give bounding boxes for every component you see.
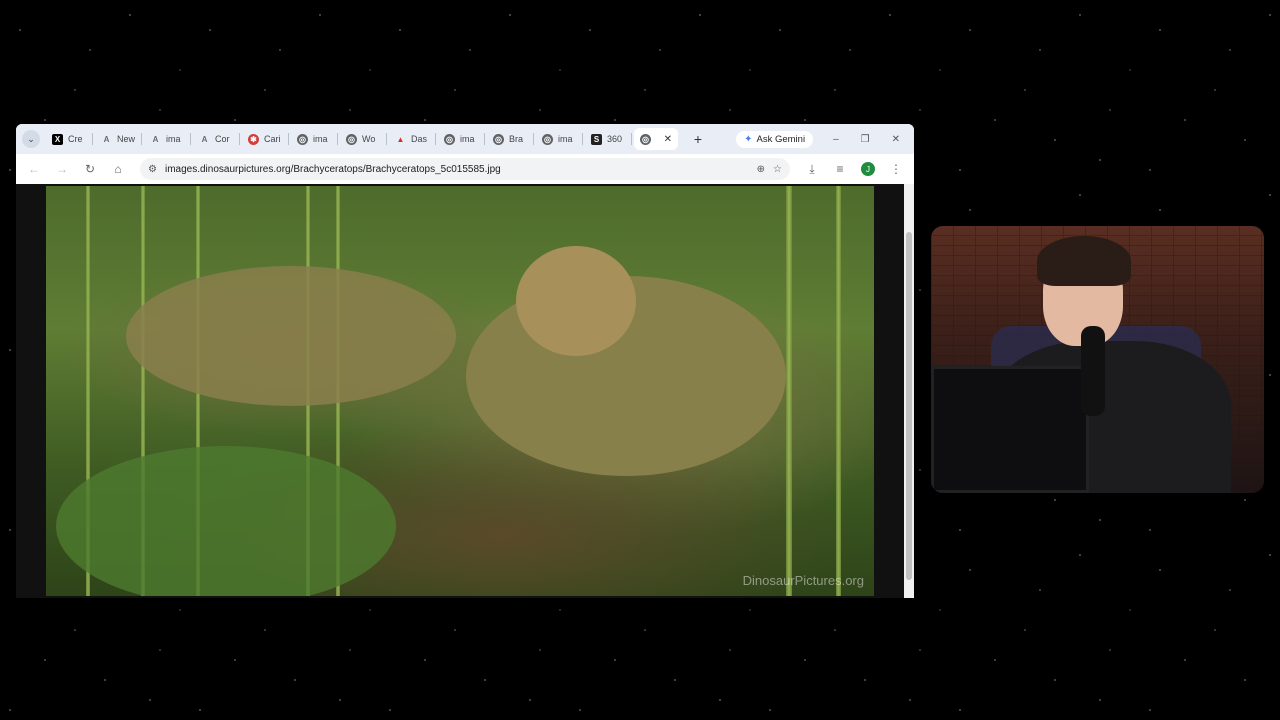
ai-logo: A <box>152 134 159 144</box>
globe-icon: ◎ <box>493 133 504 145</box>
site-info-icon[interactable]: ⚙ <box>148 164 157 175</box>
tab-7[interactable]: ▲ Das <box>389 128 436 150</box>
fern-shape <box>56 446 396 596</box>
webcam-overlay <box>931 226 1264 493</box>
scrollbar-thumb[interactable] <box>906 232 912 580</box>
tab-1[interactable]: A New <box>95 128 142 150</box>
download-icon[interactable]: ⤓ <box>800 157 824 181</box>
tab-3[interactable]: A Cor <box>193 128 240 150</box>
microphone-icon <box>1081 326 1105 416</box>
x-logo: X <box>52 133 63 145</box>
profile-avatar[interactable]: J <box>856 157 880 181</box>
new-tab-button[interactable]: + <box>688 131 708 147</box>
brachyceratops-image[interactable]: DinosaurPictures.org <box>46 186 874 596</box>
bookmark-star-icon[interactable]: ☆ <box>773 164 782 175</box>
tab-2[interactable]: Aima <box>144 128 191 150</box>
ai-logo: A <box>103 134 110 144</box>
reload-button[interactable]: ↻ <box>78 157 102 181</box>
forward-button[interactable]: → <box>50 157 74 181</box>
tab-label: ima <box>558 134 573 144</box>
tab-5[interactable]: ◎ ima <box>291 128 338 150</box>
ask-gemini-label: Ask Gemini <box>756 133 806 145</box>
dinosaur-background-shape <box>126 266 456 406</box>
image-watermark: DinosaurPictures.org <box>742 573 864 588</box>
dash-logo: ▲ <box>396 134 405 144</box>
tab-label: ima <box>313 134 328 144</box>
globe-icon: ◎ <box>444 133 455 145</box>
canva-logo: ✱ <box>248 133 259 145</box>
tab-strip: ⌄ X Cre A New Aima A Cor ✱ Cari ◎ ima ◎ Wo ▲ Das ◎ ima ◎ B… <box>16 124 914 154</box>
tab-search-chevron-icon[interactable]: ⌄ <box>22 130 40 148</box>
zoom-icon[interactable]: ⊕ <box>757 164 765 175</box>
globe-icon: ◎ <box>346 133 357 145</box>
person-hair <box>1037 236 1131 286</box>
tab-close-icon[interactable]: ✕ <box>664 134 672 145</box>
avatar: J <box>861 162 875 176</box>
tab-label: Das <box>411 134 428 144</box>
tab-6[interactable]: ◎ Wo <box>340 128 387 150</box>
tab-label: ima <box>460 134 475 144</box>
tab-label: Bra <box>509 134 524 144</box>
address-bar[interactable]: ⚙ images.dinosaurpictures.org/Brachycera… <box>140 158 790 180</box>
tab-label: ima <box>166 134 181 144</box>
tab-active[interactable]: ◎ ✕ <box>634 128 678 150</box>
minimize-button[interactable]: – <box>833 134 839 145</box>
tab-10[interactable]: ◎ ima <box>536 128 583 150</box>
reading-list-icon[interactable]: ≡ <box>828 157 852 181</box>
url-text[interactable]: images.dinosaurpictures.org/Brachycerato… <box>165 164 749 175</box>
back-button[interactable]: ← <box>22 157 46 181</box>
browser-toolbar: ← → ↻ ⌂ ⚙ images.dinosaurpictures.org/Br… <box>16 154 914 184</box>
tab-9[interactable]: ◎ Bra <box>487 128 534 150</box>
tab-label: Wo <box>362 134 376 144</box>
browser-window: ⌄ X Cre A New Aima A Cor ✱ Cari ◎ ima ◎ Wo ▲ Das ◎ ima ◎ B… <box>16 124 914 598</box>
home-button[interactable]: ⌂ <box>106 157 130 181</box>
globe-icon: ◎ <box>542 133 553 145</box>
menu-kebab-icon[interactable]: ⋮ <box>884 157 908 181</box>
tab-0[interactable]: X Cre <box>46 128 93 150</box>
globe-icon: ◎ <box>640 133 651 145</box>
ask-gemini-button[interactable]: ✦ Ask Gemini <box>736 130 814 148</box>
tab-4[interactable]: ✱ Cari <box>242 128 289 150</box>
scrollbar[interactable] <box>904 184 914 598</box>
gemini-sparkle-icon: ✦ <box>744 133 753 145</box>
ai-logo: A <box>201 134 208 144</box>
close-window-button[interactable]: ✕ <box>892 134 900 145</box>
page-viewport: DinosaurPictures.org <box>16 184 914 598</box>
globe-icon: ◎ <box>297 133 308 145</box>
window-controls: – ❐ ✕ <box>833 134 908 145</box>
dinosaur-frill-shape <box>516 246 636 356</box>
s-logo: S <box>591 133 602 145</box>
maximize-button[interactable]: ❐ <box>861 134 870 145</box>
tab-11[interactable]: S 360 <box>585 128 632 150</box>
tab-label: 360 <box>607 134 623 144</box>
monitor-shape <box>931 366 1089 493</box>
tab-label: Cre <box>68 134 83 144</box>
tab-label: New <box>117 134 136 144</box>
tab-label: Cari <box>264 134 281 144</box>
tab-8[interactable]: ◎ ima <box>438 128 485 150</box>
tab-label: Cor <box>215 134 230 144</box>
